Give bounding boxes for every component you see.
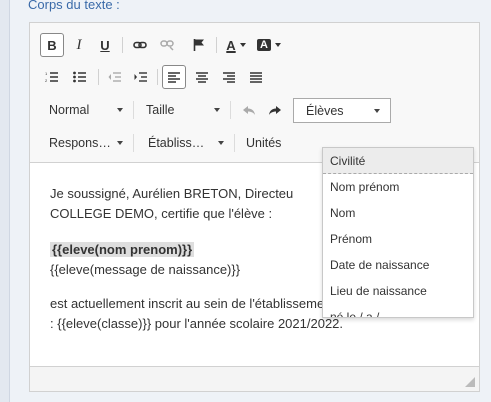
chevron-down-icon bbox=[117, 108, 123, 112]
toolbar-separator bbox=[133, 134, 134, 152]
toolbar-separator bbox=[133, 101, 134, 119]
text-color-button[interactable]: A bbox=[222, 33, 250, 57]
bold-button[interactable]: B bbox=[40, 33, 64, 57]
eleves-dropdown-menu: Civilité Nom prénom Nom Prénom Date de n… bbox=[322, 147, 474, 318]
content-line: Je soussigné, Aurélien BRETON, Directeu bbox=[50, 186, 294, 201]
dropdown-item[interactable]: né.le / a / bbox=[323, 304, 473, 317]
toolbar-separator bbox=[216, 37, 217, 53]
content-line: COLLEGE DEMO, certifie que l'élève : bbox=[50, 206, 273, 221]
bg-color-label: A bbox=[257, 39, 271, 51]
responsables-select-value: Respons… bbox=[49, 136, 111, 150]
format-select-value: Normal bbox=[49, 103, 90, 117]
dropdown-item[interactable]: Prénom bbox=[323, 226, 473, 252]
chevron-down-icon bbox=[218, 141, 224, 145]
toolbar-separator bbox=[157, 69, 158, 85]
content-line: {{eleve(message de naissance)}} bbox=[50, 262, 241, 277]
redo-icon[interactable] bbox=[264, 98, 286, 122]
page-left-border bbox=[0, 0, 10, 402]
chevron-down-icon bbox=[374, 109, 380, 113]
link-icon[interactable] bbox=[129, 33, 151, 57]
format-select[interactable]: Normal bbox=[43, 99, 129, 121]
content-line: : {{eleve(classe)}} pour l'année scolair… bbox=[50, 316, 344, 331]
toolbar-separator bbox=[230, 101, 231, 119]
etablissement-select[interactable]: Établiss… bbox=[142, 132, 230, 154]
background-color-button[interactable]: A bbox=[254, 33, 284, 57]
unlink-icon[interactable] bbox=[156, 33, 178, 57]
toolbar-separator bbox=[98, 69, 99, 85]
eleves-select[interactable]: Élèves bbox=[293, 98, 391, 123]
chevron-down-icon bbox=[239, 43, 246, 47]
dropdown-item[interactable]: Civilité bbox=[323, 148, 473, 174]
toolbar-separator bbox=[122, 37, 123, 53]
underline-button[interactable]: U bbox=[94, 33, 116, 57]
chevron-down-icon bbox=[117, 141, 123, 145]
rich-text-editor: B I U A A 12 Normal Taille Élèves Respon… bbox=[29, 22, 480, 392]
editor-statusbar bbox=[30, 366, 479, 391]
svg-text:1: 1 bbox=[45, 71, 48, 76]
outdent-icon[interactable] bbox=[104, 65, 126, 89]
bulleted-list-icon[interactable] bbox=[70, 65, 90, 89]
eleves-select-value: Élèves bbox=[306, 103, 344, 118]
undo-icon[interactable] bbox=[238, 98, 260, 122]
numbered-list-icon[interactable]: 12 bbox=[42, 65, 62, 89]
anchor-flag-icon[interactable] bbox=[188, 33, 210, 57]
chevron-down-icon bbox=[274, 43, 281, 47]
dropdown-item[interactable]: Lieu de naissance bbox=[323, 278, 473, 304]
align-left-icon[interactable] bbox=[162, 65, 186, 89]
responsables-select[interactable]: Respons… bbox=[43, 132, 129, 154]
indent-icon[interactable] bbox=[130, 65, 152, 89]
dropdown-item[interactable]: Nom bbox=[323, 200, 473, 226]
size-select-value: Taille bbox=[146, 103, 175, 117]
dropdown-item[interactable]: Nom prénom bbox=[323, 174, 473, 200]
resize-grip-icon[interactable] bbox=[465, 377, 475, 387]
align-center-icon[interactable] bbox=[191, 65, 213, 89]
unites-button-label: Unités bbox=[246, 136, 282, 150]
align-justify-icon[interactable] bbox=[245, 65, 267, 89]
size-select[interactable]: Taille bbox=[140, 99, 226, 121]
italic-button[interactable]: I bbox=[68, 33, 90, 57]
placeholder-tag: {{eleve(nom prenom)}} bbox=[50, 242, 195, 257]
toolbar-separator bbox=[234, 134, 235, 152]
unites-button[interactable]: Unités bbox=[240, 132, 290, 154]
svg-text:2: 2 bbox=[45, 78, 48, 83]
etablissement-select-value: Établiss… bbox=[148, 136, 205, 150]
text-color-label: A bbox=[226, 37, 236, 53]
align-right-icon[interactable] bbox=[218, 65, 240, 89]
field-label: Corps du texte : bbox=[28, 0, 120, 12]
chevron-down-icon bbox=[214, 108, 220, 112]
editor-toolbar: B I U A A 12 Normal Taille Élèves Respon… bbox=[30, 23, 479, 163]
dropdown-item[interactable]: Date de naissance bbox=[323, 252, 473, 278]
